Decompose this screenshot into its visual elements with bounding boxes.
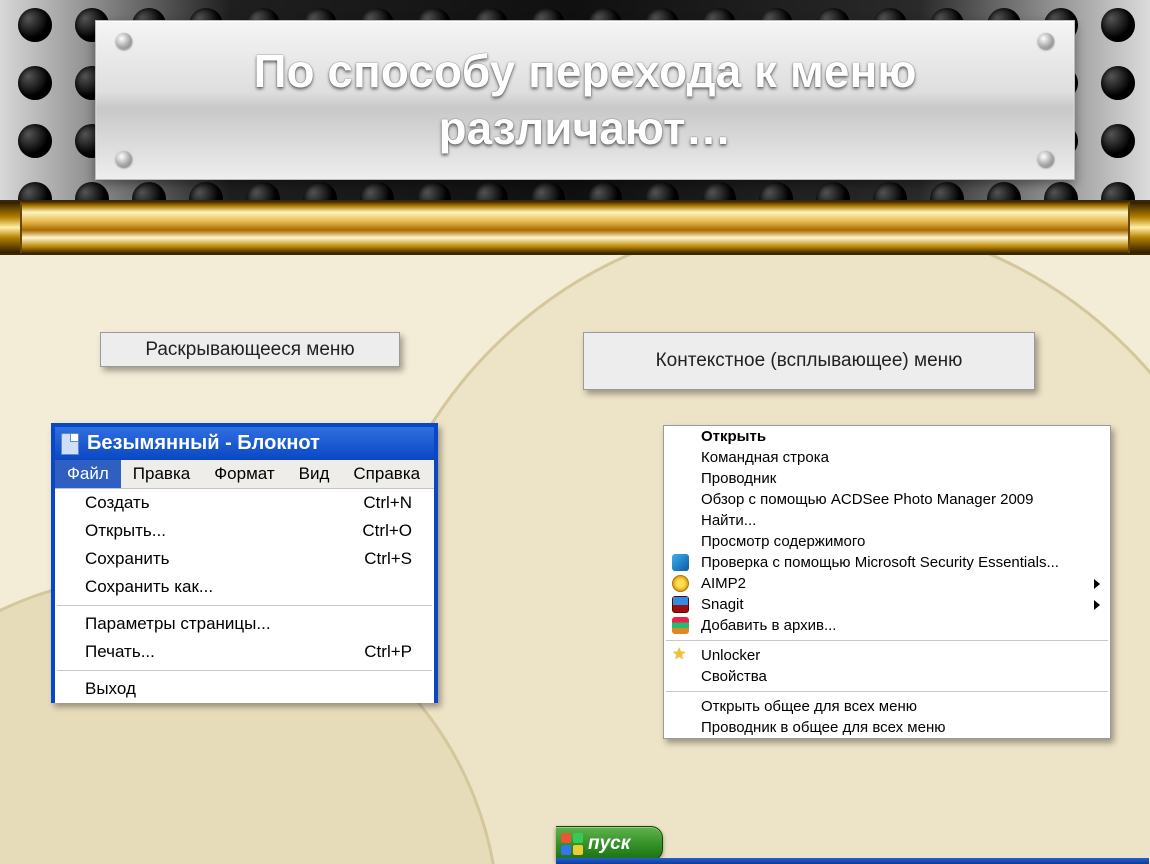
context-menu-item-label: Свойства xyxy=(695,668,767,685)
windows-logo-icon xyxy=(560,832,584,856)
file-menu-dropdown: Создать Ctrl+N Открыть... Ctrl+O Сохранить Ct… xyxy=(55,488,434,703)
context-menu-item-label: Проводник в общее для всех меню xyxy=(695,719,945,736)
context-menu-item[interactable]: Открыть xyxy=(664,426,1110,447)
taskbar-strip xyxy=(556,858,1149,864)
context-menu-item-label: Просмотр содержимого xyxy=(695,533,865,550)
menu-item-label: Выход xyxy=(85,679,136,699)
menubar-item[interactable]: Вид xyxy=(287,460,342,488)
context-menu-item-label: Обзор с помощью ACDSee Photo Manager 200… xyxy=(695,491,1033,508)
gold-divider xyxy=(0,200,1150,255)
star-icon xyxy=(672,647,689,664)
context-menu-item[interactable]: Добавить в архив... xyxy=(664,615,1110,636)
notepad-menubar: ФайлПравкаФорматВидСправка xyxy=(55,460,434,488)
menu-item-label: Сохранить xyxy=(85,549,169,569)
context-menu-item-label: Проводник xyxy=(695,470,776,487)
context-menu: Открыть Командная строка Проводник Обзор с … xyxy=(663,425,1111,739)
context-menu-item[interactable]: Snagit xyxy=(664,594,1110,615)
menubar-item[interactable]: Справка xyxy=(341,460,432,488)
submenu-arrow-icon xyxy=(1094,600,1100,610)
notepad-titlebar[interactable]: Безымянный - Блокнот xyxy=(55,427,434,460)
menu-separator xyxy=(666,691,1108,692)
aimp-icon xyxy=(672,575,689,592)
menu-item-label: Сохранить как... xyxy=(85,577,213,597)
menu-item[interactable]: Выход xyxy=(55,675,434,703)
menubar-item[interactable]: Формат xyxy=(202,460,286,488)
notepad-file-icon xyxy=(61,433,79,455)
rar-icon xyxy=(672,617,689,634)
context-menu-item-label: Проверка с помощью Microsoft Security Es… xyxy=(695,554,1059,571)
menubar-item[interactable]: Файл xyxy=(55,460,121,488)
submenu-arrow-icon xyxy=(1094,579,1100,589)
menu-separator xyxy=(666,640,1108,641)
context-menu-item-label: Командная строка xyxy=(695,449,829,466)
context-menu-item[interactable]: Проводник xyxy=(664,468,1110,489)
menu-separator xyxy=(57,670,432,671)
context-menu-item-label: Открыть общее для всех меню xyxy=(695,698,917,715)
start-button[interactable]: пуск xyxy=(556,826,663,861)
menu-item[interactable]: Создать Ctrl+N xyxy=(55,489,434,517)
context-menu-item-label: Открыть xyxy=(695,428,766,445)
context-menu-item[interactable]: Проводник в общее для всех меню xyxy=(664,717,1110,738)
menu-item-label: Открыть... xyxy=(85,521,166,541)
context-menu-item[interactable]: Командная строка xyxy=(664,447,1110,468)
context-menu-item[interactable]: Свойства xyxy=(664,666,1110,687)
start-button-label: пуск xyxy=(588,833,630,855)
menu-item-shortcut: Ctrl+N xyxy=(363,493,412,513)
menu-item[interactable]: Параметры страницы... xyxy=(55,610,434,638)
menu-item-shortcut: Ctrl+S xyxy=(364,549,412,569)
title-plate: По способу перехода к меню различают… xyxy=(95,20,1075,180)
shield-icon xyxy=(672,554,689,571)
notepad-window: Безымянный - Блокнот ФайлПравкаФорматВид… xyxy=(51,423,438,703)
label-dropdown-menu: Раскрывающееся меню xyxy=(100,332,400,367)
notepad-title: Безымянный - Блокнот xyxy=(87,432,320,455)
menu-item[interactable]: Открыть... Ctrl+O xyxy=(55,517,434,545)
menu-item-label: Создать xyxy=(85,493,150,513)
context-menu-item[interactable]: Unlocker xyxy=(664,645,1110,666)
snagit-icon xyxy=(672,596,689,613)
context-menu-item[interactable]: Просмотр содержимого xyxy=(664,531,1110,552)
menu-item[interactable]: Сохранить Ctrl+S xyxy=(55,545,434,573)
context-menu-item[interactable]: Обзор с помощью ACDSee Photo Manager 200… xyxy=(664,489,1110,510)
label-context-menu: Контекстное (всплывающее) меню xyxy=(583,332,1035,390)
menu-item-shortcut: Ctrl+P xyxy=(364,642,412,662)
menu-item[interactable]: Сохранить как... xyxy=(55,573,434,601)
context-menu-item[interactable]: Проверка с помощью Microsoft Security Es… xyxy=(664,552,1110,573)
context-menu-item[interactable]: AIMP2 xyxy=(664,573,1110,594)
menu-item-label: Параметры страницы... xyxy=(85,614,271,634)
context-menu-item-label: Unlocker xyxy=(695,647,760,664)
context-menu-item-label: AIMP2 xyxy=(695,575,746,592)
context-menu-item[interactable]: Найти... xyxy=(664,510,1110,531)
menu-item-label: Печать... xyxy=(85,642,155,662)
context-menu-item-label: Snagit xyxy=(695,596,744,613)
context-menu-item-label: Добавить в архив... xyxy=(695,617,836,634)
menubar-item[interactable]: Правка xyxy=(121,460,202,488)
menu-item[interactable]: Печать... Ctrl+P xyxy=(55,638,434,666)
menu-item-shortcut: Ctrl+O xyxy=(362,521,412,541)
slide-title: По способу перехода к меню различают… xyxy=(96,43,1074,158)
menu-separator xyxy=(57,605,432,606)
context-menu-item-label: Найти... xyxy=(695,512,756,529)
context-menu-item[interactable]: Открыть общее для всех меню xyxy=(664,696,1110,717)
